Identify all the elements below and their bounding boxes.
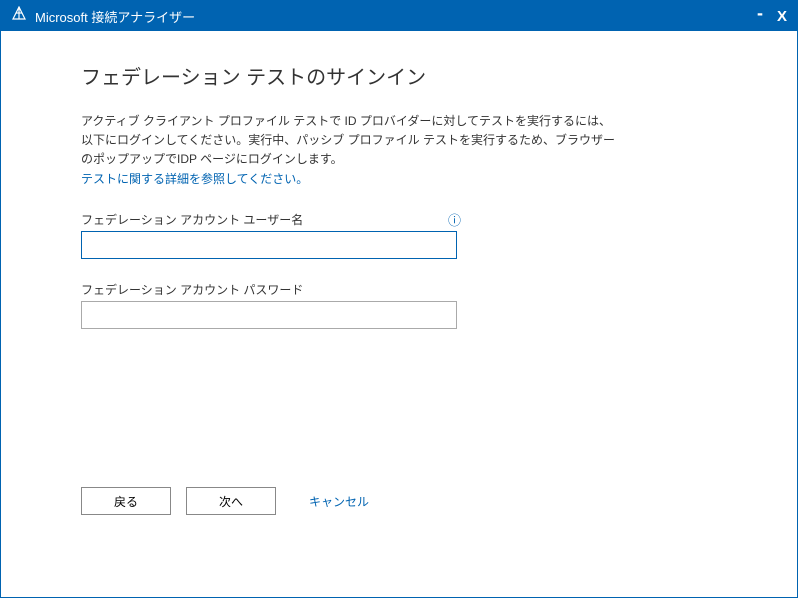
info-icon[interactable]: ⓘ (448, 214, 461, 227)
password-field-group: フェデレーション アカウント パスワード (81, 281, 717, 329)
username-input[interactable] (81, 231, 457, 259)
back-button[interactable]: 戻る (81, 487, 171, 515)
password-input[interactable] (81, 301, 457, 329)
details-link[interactable]: テストに関する詳細を参照してください。 (81, 170, 717, 189)
app-logo-icon (11, 6, 27, 27)
description-line1: アクティブ クライアント プロファイル テストで ID プロバイダーに対してテス… (81, 114, 611, 128)
cancel-link[interactable]: キャンセル (309, 493, 369, 510)
close-button[interactable]: X (777, 8, 787, 25)
titlebar-controls: - X (757, 7, 787, 25)
username-field-group: フェデレーション アカウント ユーザー名 ⓘ (81, 211, 717, 259)
page-title: フェデレーション テストのサインイン (81, 61, 717, 90)
password-label: フェデレーション アカウント パスワード (81, 281, 717, 298)
titlebar-left: Microsoft 接続アナライザー (11, 6, 195, 27)
app-title: Microsoft 接続アナライザー (35, 7, 195, 26)
description-text: アクティブ クライアント プロファイル テストで ID プロバイダーに対してテス… (81, 112, 717, 170)
description-line2: 以下にログインしてください。実行中、パッシブ プロファイル テストを実行するため… (81, 133, 615, 147)
next-button[interactable]: 次へ (186, 487, 276, 515)
titlebar: Microsoft 接続アナライザー - X (1, 1, 797, 31)
minimize-button[interactable]: - (757, 4, 763, 22)
content-area: フェデレーション テストのサインイン アクティブ クライアント プロファイル テ… (1, 31, 797, 597)
app-window: Microsoft 接続アナライザー - X フェデレーション テストのサインイ… (0, 0, 798, 598)
button-row: 戻る 次へ キャンセル (81, 487, 369, 515)
description-line3: のポップアップでIDP ページにログインします。 (81, 152, 343, 166)
username-label: フェデレーション アカウント ユーザー名 (81, 211, 303, 228)
